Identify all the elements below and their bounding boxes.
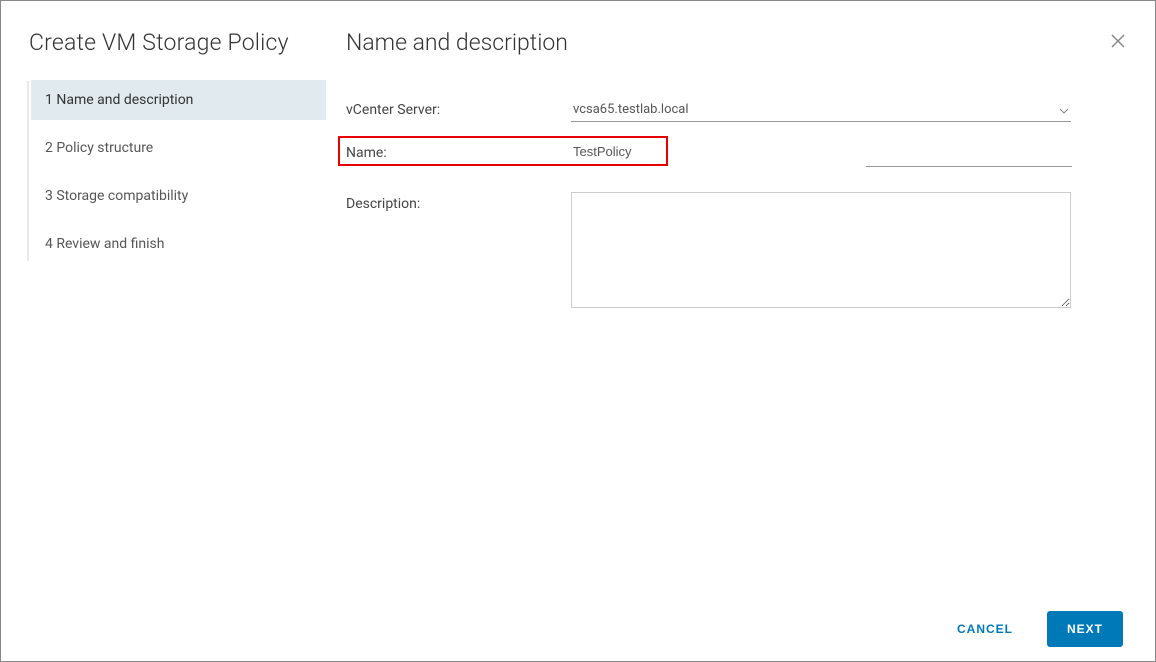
wizard-footer: CANCEL NEXT — [939, 611, 1123, 647]
page-title: Name and description — [346, 29, 1123, 56]
vcenter-server-label: vCenter Server: — [346, 98, 571, 118]
create-vm-storage-policy-dialog: Create VM Storage Policy 1 Name and desc… — [0, 0, 1156, 662]
step-policy-structure[interactable]: 2 Policy structure — [31, 128, 326, 168]
step-label: 2 Policy structure — [45, 140, 153, 156]
close-icon — [1111, 32, 1125, 53]
wizard-title: Create VM Storage Policy — [1, 29, 326, 80]
next-button[interactable]: NEXT — [1047, 611, 1123, 647]
vcenter-server-value: vcsa65.testlab.local — [573, 102, 1059, 117]
description-textarea[interactable] — [571, 192, 1071, 308]
vcenter-server-select[interactable]: vcsa65.testlab.local — [571, 98, 1071, 122]
name-row: Name: — [346, 136, 1123, 178]
description-label: Description: — [346, 192, 571, 212]
step-name-and-description[interactable]: 1 Name and description — [31, 80, 326, 120]
vcenter-server-field: vcsa65.testlab.local — [571, 98, 1071, 122]
chevron-down-icon — [1059, 103, 1069, 117]
wizard-sidebar: Create VM Storage Policy 1 Name and desc… — [1, 1, 326, 661]
wizard-steps: 1 Name and description 2 Policy structur… — [1, 80, 326, 264]
name-underline-extension — [866, 166, 1072, 167]
step-review-and-finish[interactable]: 4 Review and finish — [31, 224, 326, 264]
close-button[interactable] — [1109, 33, 1127, 51]
description-field — [571, 192, 1071, 312]
description-row: Description: — [346, 192, 1123, 312]
cancel-button[interactable]: CANCEL — [939, 611, 1031, 647]
vcenter-server-row: vCenter Server: vcsa65.testlab.local — [346, 98, 1123, 122]
step-label: 3 Storage compatibility — [45, 188, 188, 204]
name-input[interactable] — [571, 139, 666, 163]
name-highlight-box: Name: — [338, 136, 668, 166]
name-field — [571, 139, 666, 163]
wizard-content: Name and description vCenter Server: vcs… — [326, 1, 1155, 661]
step-label: 1 Name and description — [45, 92, 193, 108]
step-label: 4 Review and finish — [45, 236, 164, 252]
name-label: Name: — [346, 141, 571, 161]
step-storage-compatibility[interactable]: 3 Storage compatibility — [31, 176, 326, 216]
